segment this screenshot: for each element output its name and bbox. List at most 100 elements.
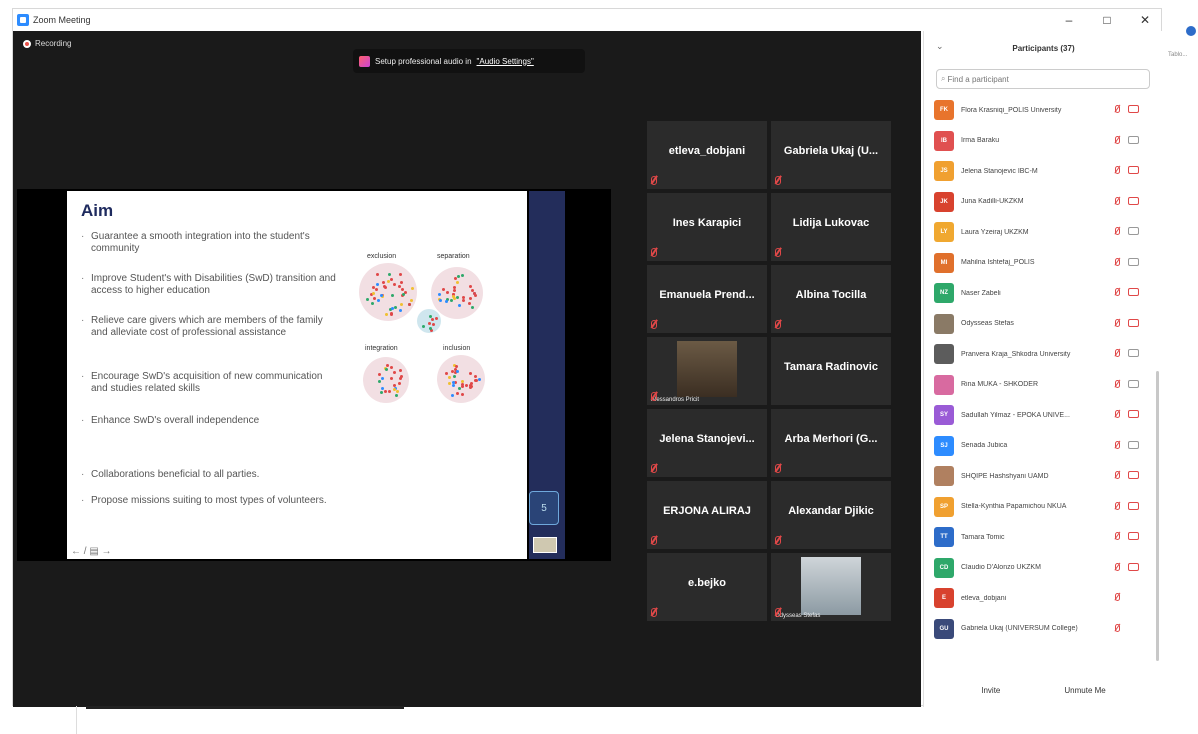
participant-row[interactable]: Pranvera Kraja_Shkodra University [934,339,1152,369]
participant-row[interactable]: LY Laura Yzeiraj UKZKM [934,217,1152,247]
camera-icon[interactable] [1128,379,1139,388]
participant-name: Gabriela Ukaj (UNIVERSUM College) [961,625,1078,632]
muted-mic-icon[interactable] [1115,593,1120,601]
diagram-dot [451,295,455,298]
video-tile[interactable]: Alessandros Pricit [647,337,767,405]
camera-off-icon[interactable] [1128,562,1139,571]
video-tile[interactable]: Lidija Lukovac [771,193,891,261]
participant-row[interactable]: TT Tamara Tomic [934,522,1152,552]
camera-off-icon[interactable] [1128,532,1139,540]
muted-mic-icon[interactable] [1115,623,1120,632]
search-icon: ⌕ [941,74,946,83]
video-tile[interactable]: Alexandar Djikic [771,481,891,549]
participants-title: Participants (37) [1012,43,1075,53]
camera-off-icon[interactable] [1128,471,1139,479]
participant-row[interactable]: JK Juna Kadilli-UKZKM [934,187,1152,217]
invite-button[interactable]: Invite [973,681,1009,699]
muted-mic-icon[interactable] [1115,135,1120,144]
muted-mic-icon[interactable] [1115,318,1120,327]
video-tile[interactable]: Tamara Radinovic [771,337,891,405]
diagram-dot [389,312,393,316]
unmute-me-button[interactable]: Unmute Me [1056,681,1114,699]
video-tile[interactable]: Odysseas Stefas [771,553,891,621]
video-tile[interactable]: Ines Karapici [647,193,767,261]
muted-mic-icon[interactable] [1115,349,1120,357]
tile-name: Albina Tocilla [795,289,867,301]
participant-row[interactable]: FK Flora Krasniqi_POLIS University [934,95,1152,125]
tile-caption: Odysseas Stefas [775,613,821,619]
participant-row[interactable]: MI Mahilna Ishtefaj_POLIS [934,248,1152,278]
avatar: TT [934,527,954,547]
muted-mic-icon[interactable] [1115,410,1120,418]
participant-row[interactable]: SJ Senada Jubica [934,431,1152,461]
participant-search[interactable]: ⌕ [936,69,1150,89]
diagram-dot [391,293,395,297]
muted-mic-icon [651,176,657,185]
tile-name: Jelena Stanojevi... [659,433,755,445]
camera-off-icon[interactable] [1128,166,1139,174]
camera-icon[interactable] [1128,440,1139,449]
participant-row[interactable]: SHQIPE Hashshyani UAMD [934,461,1152,491]
slide-nav-controls[interactable]: ← / ▤ → [71,546,112,557]
diagram-dot [441,287,445,291]
slide-number[interactable]: 5 [529,491,559,525]
slide-thumbnail[interactable] [533,537,557,553]
video-tile[interactable]: ERJONA ALIRAJ [647,481,767,549]
muted-mic-icon[interactable] [1115,532,1120,540]
diagram-dot [450,393,454,397]
camera-off-icon[interactable] [1128,105,1139,113]
muted-mic-icon[interactable] [1115,105,1120,113]
video-tile[interactable]: e.bejko [647,553,767,621]
scrollbar[interactable] [1156,371,1159,661]
video-tile[interactable]: etleva_dobjani [647,121,767,189]
camera-off-icon[interactable] [1128,196,1139,205]
participant-row[interactable]: CD Claudio D'Alonzo UKZKM [934,553,1152,583]
muted-mic-icon[interactable] [1115,379,1120,388]
video-tile[interactable]: Gabriela Ukaj (U... [771,121,891,189]
participant-row[interactable]: Odysseas Stefas [934,309,1152,339]
camera-off-icon[interactable] [1128,288,1139,296]
zoom-window: Zoom Meeting – □ ✕ Recording Setup profe… [12,8,1163,707]
video-tile[interactable]: Emanuela Prend... [647,265,767,333]
recording-indicator[interactable]: Recording [23,39,71,48]
maximize-button[interactable]: □ [1099,13,1115,27]
recording-dot-icon [23,39,31,48]
muted-mic-icon[interactable] [1115,440,1120,449]
participant-row[interactable]: Rina MUKA - SHKODER [934,370,1152,400]
muted-mic-icon[interactable] [1115,166,1120,174]
video-tile[interactable]: Albina Tocilla [771,265,891,333]
participant-row[interactable]: NZ Naser Zabeli [934,278,1152,308]
participant-row[interactable]: Eetleva_dobjani [934,583,1152,613]
muted-mic-icon[interactable] [1115,471,1120,479]
search-input[interactable] [947,74,1138,84]
participant-row[interactable]: GU Gabriela Ukaj (UNIVERSUM College) [934,614,1152,644]
muted-mic-icon[interactable] [1115,288,1120,296]
minimize-button[interactable]: – [1061,13,1077,27]
camera-off-icon[interactable] [1128,501,1139,510]
muted-mic-icon[interactable] [1115,257,1120,266]
help-icon[interactable] [1186,26,1196,36]
camera-icon[interactable] [1128,257,1139,266]
diagram-dot [387,279,390,283]
muted-mic-icon [775,536,781,545]
camera-icon[interactable] [1128,349,1139,357]
participant-row[interactable]: SY Sadullah Yilmaz - EPOKA UNIVE... [934,400,1152,430]
video-tile[interactable]: Arba Merhori (G... [771,409,891,477]
camera-off-icon[interactable] [1128,410,1139,418]
tile-name: Arba Merhori (G... [784,433,878,445]
participant-row[interactable]: JS Jelena Stanojevic IBC-M [934,156,1152,186]
muted-mic-icon[interactable] [1115,227,1120,235]
muted-mic-icon[interactable] [1115,501,1120,510]
camera-icon[interactable] [1128,227,1139,235]
tile-name: e.bejko [688,577,726,589]
avatar: GU [934,618,954,639]
camera-icon[interactable] [1128,135,1139,144]
participant-row[interactable]: SP Stella-Kynthia Papamichou NKUA [934,492,1152,522]
participant-row[interactable]: IB Irma Baraku [934,126,1152,156]
muted-mic-icon[interactable] [1115,562,1120,571]
audio-settings-link[interactable]: "Audio Settings" [477,57,534,66]
video-tile[interactable]: Jelena Stanojevi... [647,409,767,477]
camera-off-icon[interactable] [1128,318,1139,327]
close-button[interactable]: ✕ [1137,13,1153,27]
muted-mic-icon[interactable] [1115,196,1120,205]
